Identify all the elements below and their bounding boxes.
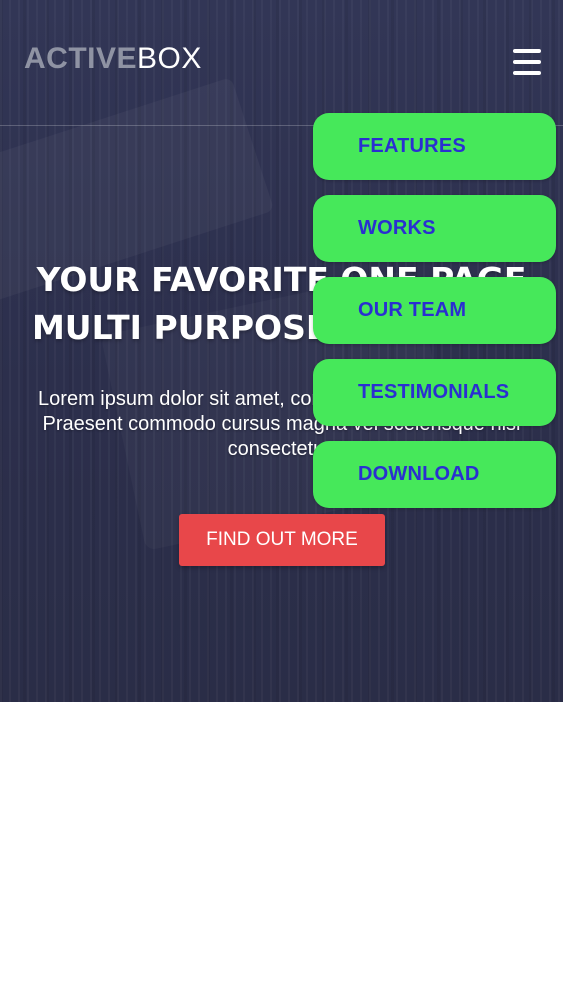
hamburger-bar — [513, 60, 541, 64]
brand-logo-primary: ACTIVE — [24, 42, 138, 75]
dropdown-nav-menu: FEATURES WORKS OUR TEAM TESTIMONIALS DOW… — [313, 113, 556, 508]
navbar: ACTIVEBOX — [0, 0, 563, 126]
menu-item-our-team[interactable]: OUR TEAM — [313, 277, 556, 344]
hamburger-bar — [513, 49, 541, 53]
menu-item-works[interactable]: WORKS — [313, 195, 556, 262]
hamburger-bar — [513, 71, 541, 75]
brand-logo[interactable]: ACTIVEBOX — [24, 42, 202, 76]
find-out-more-button[interactable]: FIND OUT MORE — [179, 514, 385, 566]
menu-item-testimonials[interactable]: TESTIMONIALS — [313, 359, 556, 426]
hamburger-icon[interactable] — [513, 49, 541, 75]
menu-item-features[interactable]: FEATURES — [313, 113, 556, 180]
menu-item-download[interactable]: DOWNLOAD — [313, 441, 556, 508]
brand-logo-secondary: BOX — [137, 42, 202, 75]
content-area — [0, 702, 563, 1000]
